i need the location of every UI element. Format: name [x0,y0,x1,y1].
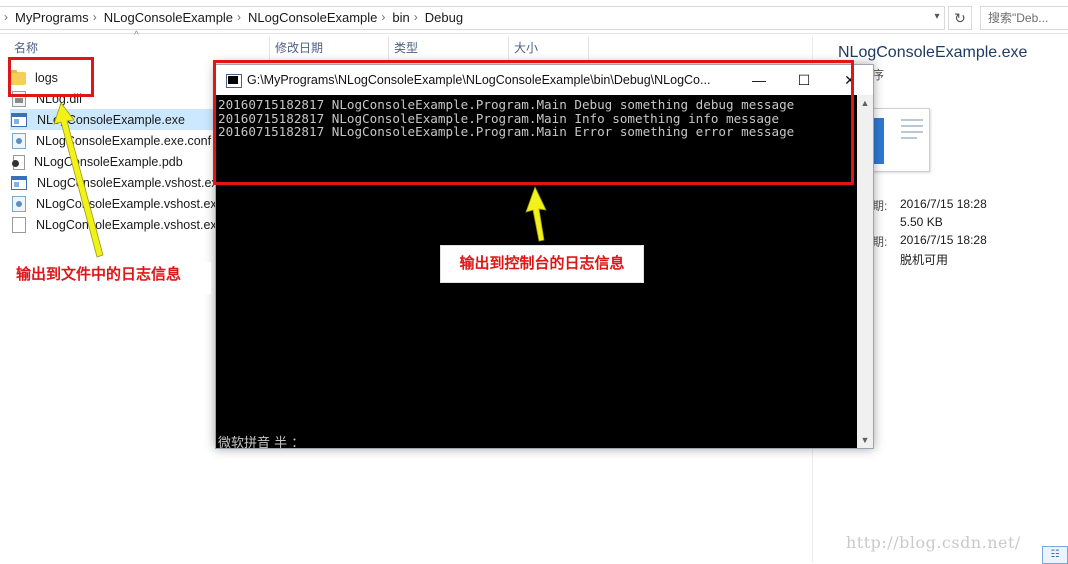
arrow-to-console-icon [525,185,547,242]
console-log-callout: 输出到控制台的日志信息 [440,245,644,283]
watermark: http://blog.csdn.net/ [846,533,1021,552]
arrow-to-logs-icon [53,102,104,258]
file-log-callout: 输出到文件中的日志信息 [8,262,211,294]
details-view-icon[interactable]: ☷ [1042,546,1068,564]
